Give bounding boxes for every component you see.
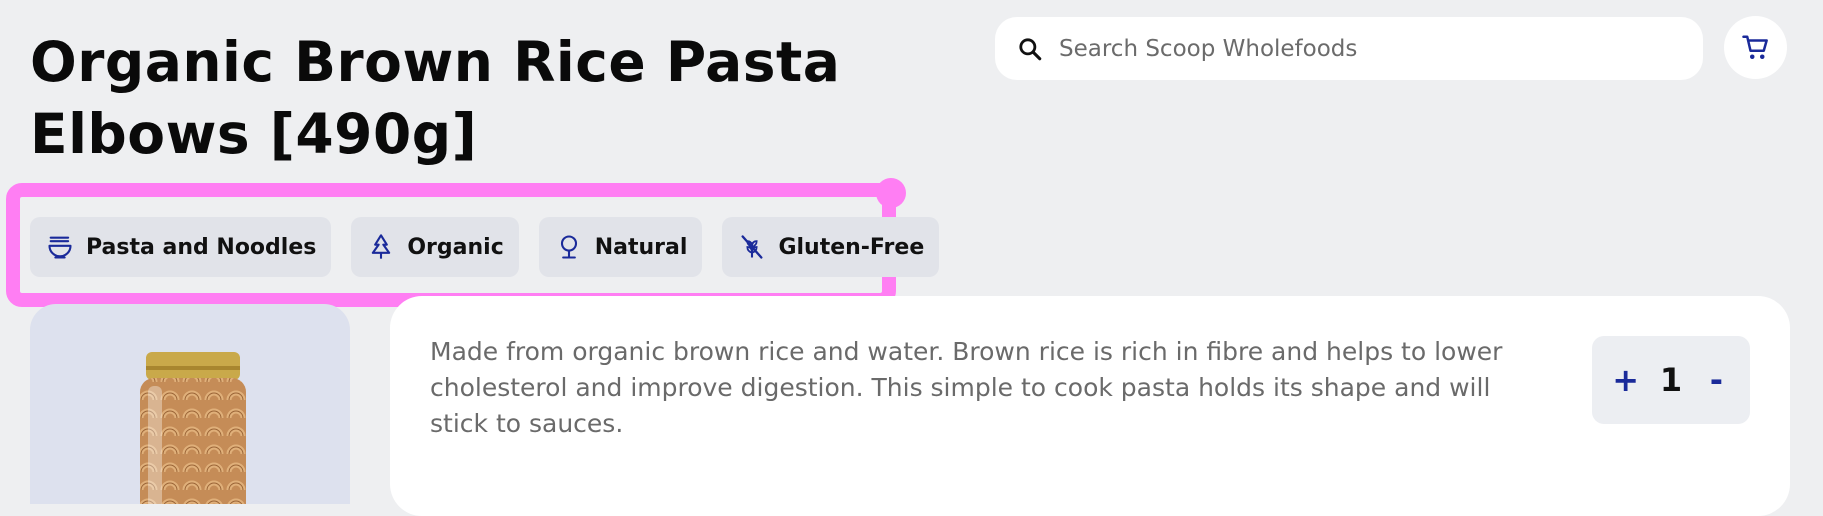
increment-button[interactable]: + [1609,361,1643,399]
tag-gluten-free[interactable]: Gluten-Free [722,217,940,277]
product-image-panel [30,304,350,504]
product-details-card: Made from organic brown rice and water. … [390,296,1790,516]
search-icon [1019,37,1042,60]
search-input[interactable] [1057,34,1681,63]
cart-icon [1741,35,1768,59]
quantity-stepper[interactable]: + 1 - [1592,336,1750,424]
tag-label: Organic [407,234,504,260]
tree-icon [372,234,391,259]
product-description: Made from organic brown rice and water. … [430,337,1503,438]
natural-icon [560,235,577,259]
search-bar[interactable] [995,17,1703,80]
tag-label: Natural [594,234,688,260]
gluten-free-icon [741,235,763,259]
tag-list: Pasta and Noodles Organic Natural Gluten… [30,217,940,277]
noodle-bowl-icon [48,236,72,259]
tag-natural[interactable]: Natural [538,217,703,277]
cart-button[interactable] [1724,16,1787,79]
quantity-value: 1 [1659,361,1683,399]
tag-label: Gluten-Free [778,234,925,260]
tag-label: Pasta and Noodles [86,234,317,260]
tag-pasta-and-noodles[interactable]: Pasta and Noodles [30,217,332,277]
highlight-handle [876,178,906,208]
product-jar-image [140,352,246,504]
tag-organic[interactable]: Organic [351,217,519,277]
product-title: Organic Brown Rice Pasta Elbows [490g] [30,30,841,166]
decrement-button[interactable]: - [1699,361,1733,399]
